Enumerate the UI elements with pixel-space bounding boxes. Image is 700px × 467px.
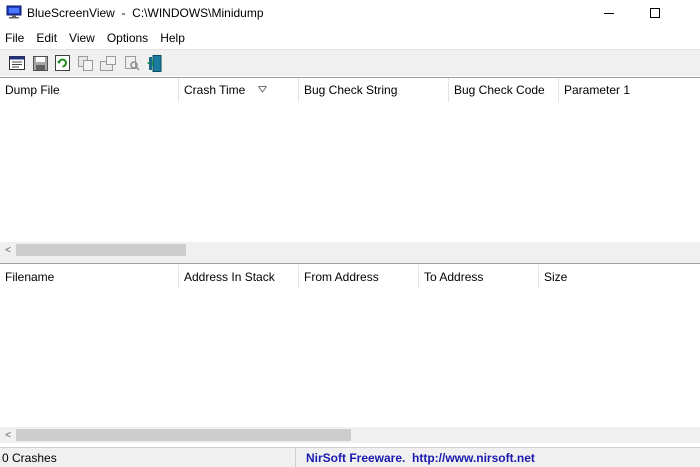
col-to-address[interactable]: To Address — [419, 265, 539, 289]
exit-icon — [147, 54, 162, 72]
properties-button[interactable] — [8, 54, 26, 72]
properties-icon — [9, 56, 25, 70]
lower-horizontal-scrollbar[interactable]: < — [0, 427, 700, 443]
refresh-icon — [54, 55, 70, 71]
copy-button[interactable] — [76, 54, 94, 72]
col-address-in-stack[interactable]: Address In Stack — [179, 265, 299, 289]
lower-table-header: Filename Address In Stack From Address T… — [0, 265, 700, 289]
lower-scroll-thumb[interactable] — [16, 429, 351, 441]
find-icon — [124, 55, 140, 71]
exit-button[interactable] — [145, 54, 163, 72]
col-crash-time[interactable]: Crash Time — [179, 78, 299, 102]
driver-list[interactable] — [0, 289, 700, 427]
toolbar — [0, 49, 700, 76]
status-bar: 0 Crashes NirSoft Freeware. http://www.n… — [0, 447, 700, 467]
window-title: BlueScreenView - C:\WINDOWS\Minidump — [27, 6, 264, 20]
app-monitor-icon[interactable] — [6, 5, 22, 19]
col-crash-time-label: Crash Time — [184, 83, 246, 97]
col-size[interactable]: Size — [539, 265, 700, 289]
minimize-button[interactable] — [586, 0, 632, 26]
crash-list[interactable] — [0, 102, 700, 242]
copy-icon — [77, 55, 93, 71]
pane-splitter[interactable] — [0, 258, 700, 264]
menu-file[interactable]: File — [0, 28, 31, 48]
save-icon — [32, 55, 48, 71]
col-filename[interactable]: Filename — [0, 265, 179, 289]
html-report-button[interactable] — [99, 54, 117, 72]
upper-scroll-thumb[interactable] — [16, 244, 186, 256]
col-dump-file[interactable]: Dump File — [0, 78, 179, 102]
maximize-icon — [650, 8, 660, 18]
col-bug-check-code[interactable]: Bug Check Code — [449, 78, 559, 102]
col-bug-check-string[interactable]: Bug Check String — [299, 78, 449, 102]
col-parameter-1[interactable]: Parameter 1 — [559, 78, 700, 102]
upper-table-header: Dump File Crash Time Bug Check String Bu… — [0, 78, 700, 102]
upper-horizontal-scrollbar[interactable]: < — [0, 242, 700, 258]
refresh-button[interactable] — [53, 54, 71, 72]
menu-bar: File Edit View Options Help — [0, 28, 700, 48]
save-button[interactable] — [31, 54, 49, 72]
find-button[interactable] — [123, 54, 141, 72]
title-bar: BlueScreenView - C:\WINDOWS\Minidump — [0, 0, 700, 26]
minimize-icon — [604, 12, 614, 14]
nirsoft-link[interactable]: NirSoft Freeware. http://www.nirsoft.net — [306, 448, 535, 467]
menu-edit[interactable]: Edit — [31, 28, 64, 48]
col-from-address[interactable]: From Address — [299, 265, 419, 289]
menu-options[interactable]: Options — [102, 28, 155, 48]
scroll-left-icon[interactable]: < — [0, 242, 16, 258]
scroll-left-icon[interactable]: < — [0, 427, 16, 443]
crash-count: 0 Crashes — [0, 448, 296, 467]
menu-view[interactable]: View — [64, 28, 102, 48]
sort-descending-icon — [258, 86, 267, 93]
maximize-button[interactable] — [632, 0, 678, 26]
menu-help[interactable]: Help — [155, 28, 192, 48]
html-report-icon — [100, 55, 116, 71]
